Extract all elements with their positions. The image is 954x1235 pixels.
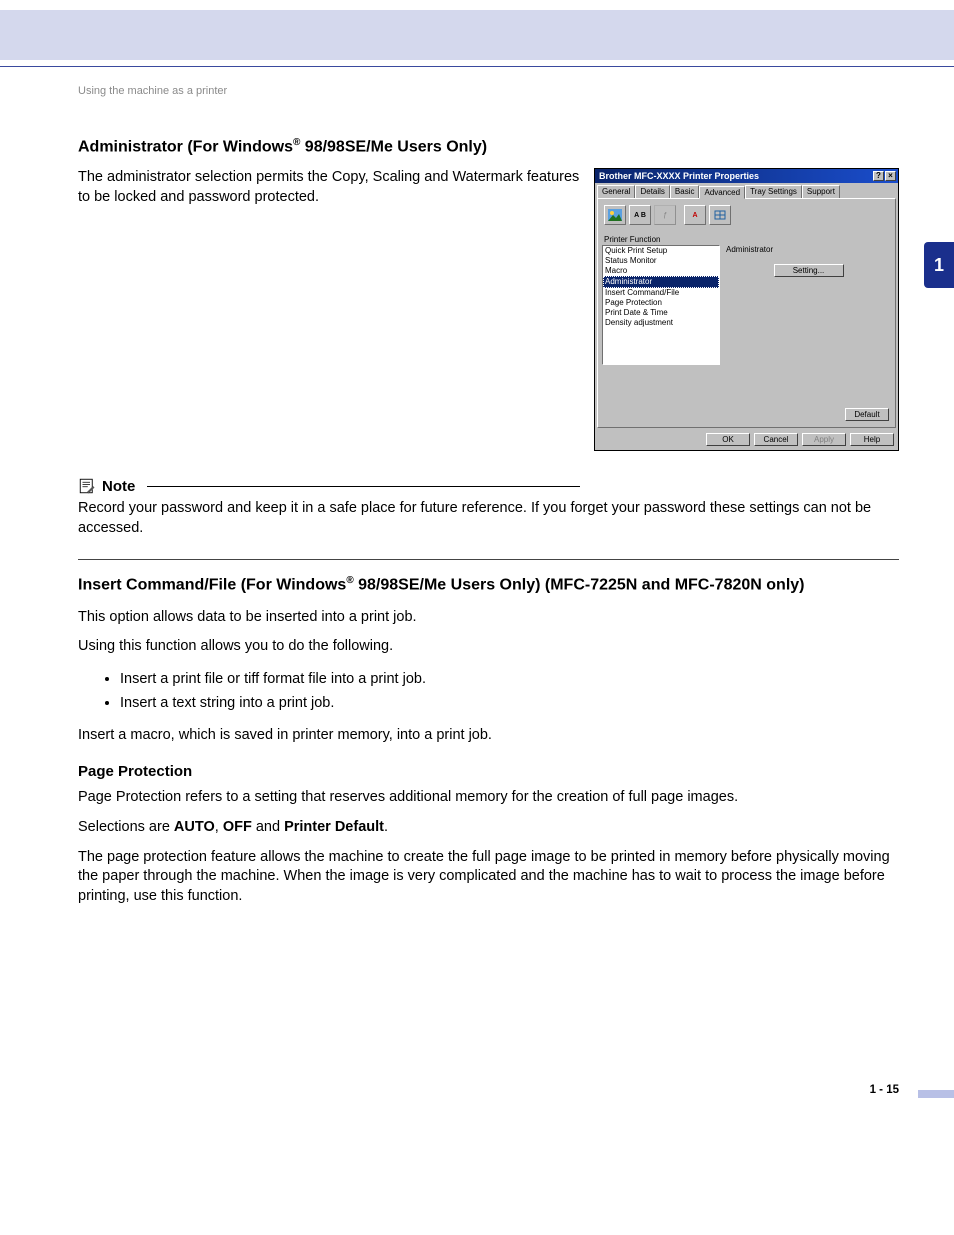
ok-button[interactable]: OK [706,433,750,446]
pageprot-p2: Selections are AUTO, OFF and Printer Def… [78,818,899,838]
titlebar-close-button[interactable]: × [885,171,896,181]
dialog-tabs: General Details Basic Advanced Tray Sett… [595,183,898,198]
breadcrumb: Using the machine as a printer [78,85,899,97]
pp-sep1: , [215,819,223,835]
dialog-button-row: OK Cancel Apply Help [595,430,898,450]
note-rule [147,486,580,487]
insert-p3: Insert a macro, which is saved in printe… [78,726,899,746]
tab-details[interactable]: Details [635,185,669,198]
tab-advanced[interactable]: Advanced [699,186,745,199]
tab-general[interactable]: General [597,185,635,198]
list-item[interactable]: Macro [603,266,719,276]
dialog-titlebar: Brother MFC-XXXX Printer Properties ? × [595,169,898,183]
heading-insert-a: Insert Command/File (For Windows [78,576,346,593]
pp-p2b: . [384,819,388,835]
heading-insert-command: Insert Command/File (For Windows® 98/98S… [78,574,899,596]
insert-p2: Using this function allows you to do the… [78,637,899,657]
tab-support[interactable]: Support [802,185,840,198]
insert-bullets: Insert a print file or tiff format file … [78,667,899,716]
dialog-title: Brother MFC-XXXX Printer Properties [599,171,759,181]
list-item[interactable]: Insert Command/File [603,288,719,298]
printer-function-list[interactable]: Quick Print Setup Status Monitor Macro A… [602,245,720,365]
toolbar-icon-4[interactable]: A [684,205,706,225]
toolbar-icon-1[interactable] [604,205,626,225]
list-item[interactable]: Page Protection [603,298,719,308]
printer-function-label: Printer Function [604,235,891,244]
tab-tray-settings[interactable]: Tray Settings [745,185,802,198]
apply-button[interactable]: Apply [802,433,846,446]
list-item[interactable]: Print Date & Time [603,308,719,318]
toolbar-icon-2[interactable]: A B [629,205,651,225]
page-number: 1 - 15 [870,1084,899,1096]
chapter-side-tab: 1 [924,242,954,288]
right-panel-heading: Administrator [726,245,891,254]
pp-b1: AUTO [174,819,215,835]
list-item-selected[interactable]: Administrator [603,276,719,288]
help-button[interactable]: Help [850,433,894,446]
printer-properties-dialog: Brother MFC-XXXX Printer Properties ? × … [594,168,899,451]
top-band [0,10,954,60]
titlebar-help-button[interactable]: ? [873,171,884,181]
icon-toolbar: A B ƒ A [602,203,891,231]
heading-admin-part-a: Administrator (For Windows [78,138,293,155]
cancel-button[interactable]: Cancel [754,433,798,446]
heading-administrator: Administrator (For Windows® 98/98SE/Me U… [78,137,899,156]
note-label: Note [102,478,141,495]
note-icon [78,477,96,495]
setting-button[interactable]: Setting... [774,264,844,277]
insert-p1: This option allows data to be inserted i… [78,608,899,628]
pp-sep2: and [252,819,284,835]
heading-insert-b: 98/98SE/Me Users Only) (MFC-7225N and MF… [354,576,805,593]
toolbar-icon-3[interactable]: ƒ [654,205,676,225]
list-item[interactable]: Status Monitor [603,256,719,266]
list-item[interactable]: Quick Print Setup [603,246,719,256]
default-button[interactable]: Default [845,408,889,421]
dialog-tab-body: A B ƒ A Printer Function Quick Print Set… [597,198,896,428]
pageprot-p3: The page protection feature allows the m… [78,848,899,907]
note-body: Record your password and keep it in a sa… [78,499,899,538]
pp-p2a: Selections are [78,819,174,835]
heading-page-protection: Page Protection [78,763,899,780]
toolbar-icon-5[interactable] [709,205,731,225]
tab-basic[interactable]: Basic [670,185,700,198]
section-rule [78,559,899,560]
heading-admin-part-b: 98/98SE/Me Users Only) [300,138,487,155]
admin-body: The administrator selection permits the … [78,168,580,207]
pp-b2: OFF [223,819,252,835]
list-item[interactable]: Density adjustment [603,318,719,328]
registered-mark: ® [346,575,353,586]
list-item: Insert a text string into a print job. [120,691,899,716]
footer-accent-bar [918,1090,954,1098]
pp-b3: Printer Default [284,819,384,835]
list-item: Insert a print file or tiff format file … [120,667,899,692]
pageprot-p1: Page Protection refers to a setting that… [78,788,899,808]
